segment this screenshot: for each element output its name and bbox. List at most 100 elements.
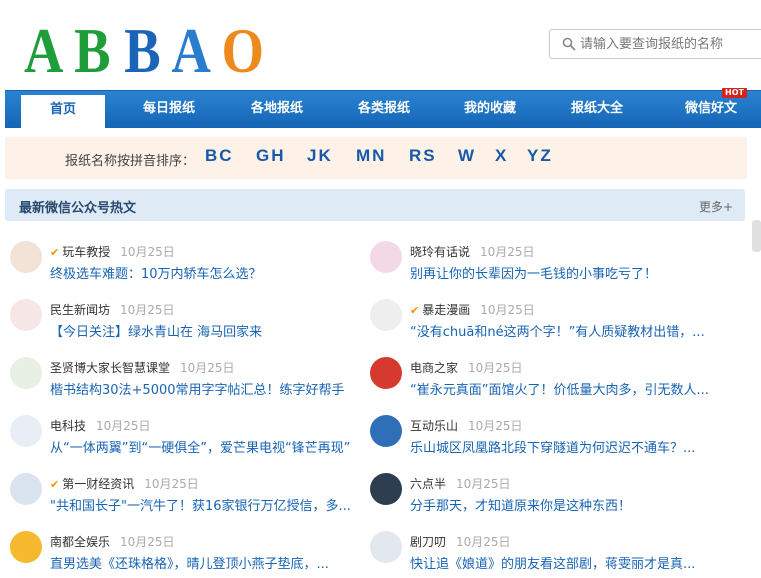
pinyin-letter-yz[interactable]: YZ [527, 146, 553, 166]
article-title[interactable]: 快让追《娘道》的朋友看这部剧，蒋雯丽才是真... [410, 553, 726, 572]
account-avatar[interactable] [10, 531, 42, 563]
article-date: 10月25日 [144, 477, 199, 491]
article-item[interactable]: 晓玲有话说 10月25日 别再让你的长辈因为一毛钱的小事吃亏了！ [370, 241, 730, 297]
article-meta: 六点半 10月25日 [410, 475, 511, 492]
account-name[interactable]: 电商之家 [410, 361, 458, 375]
article-item[interactable]: ✔ 第一财经资讯 10月25日 "共和国长子"一汽牛了！获16家银行万亿授信，多..… [10, 473, 370, 529]
article-title[interactable]: 乐山城区凤凰路北段下穿隧道为何迟迟不通车？... [410, 437, 726, 456]
account-name[interactable]: 电科技 [50, 419, 86, 433]
nav-wechat-label: 微信好文 [684, 101, 737, 116]
search-input[interactable] [580, 34, 758, 54]
article-title[interactable]: 终极选车难题：10万内轿车怎么选？ [50, 263, 368, 282]
account-name[interactable]: 玩车教授 [62, 245, 110, 259]
search-box[interactable] [549, 29, 761, 59]
article-date: 10月25日 [468, 361, 523, 375]
article-date: 10月25日 [120, 535, 175, 549]
account-name[interactable]: 晓玲有话说 [410, 245, 470, 259]
verified-check-icon: ✔ [410, 304, 420, 317]
nav-wechat-articles[interactable]: 微信好文 HOT [661, 88, 761, 129]
logo-letter: B [74, 15, 110, 82]
nav-regional-papers[interactable]: 各地报纸 [229, 91, 325, 129]
article-date: 10月25日 [468, 419, 523, 433]
pinyin-letter-jk[interactable]: JK [307, 146, 333, 166]
site-logo[interactable]: A B B A O [24, 10, 274, 82]
article-meta: 电科技 10月25日 [50, 417, 151, 434]
account-avatar[interactable] [10, 357, 42, 389]
article-title[interactable]: 楷书结构30法+5000常用字字帖汇总！练字好帮手 [50, 379, 368, 398]
article-item[interactable]: ✔ 暴走漫画 10月25日 “没有chuā和né这两个字！”有人质疑教材出错，... [370, 299, 730, 355]
article-meta: 南都全娱乐 10月25日 [50, 533, 175, 550]
pinyin-letter-w[interactable]: W [458, 146, 476, 166]
account-avatar[interactable] [370, 473, 402, 505]
article-date: 10月25日 [480, 303, 535, 317]
account-name[interactable]: 六点半 [410, 477, 446, 491]
search-icon [562, 37, 576, 51]
account-name[interactable]: 圣贤博大家长智慧课堂 [50, 361, 170, 375]
article-item[interactable]: ✔ 玩车教授 10月25日 终极选车难题：10万内轿车怎么选？ [10, 241, 370, 297]
account-name[interactable]: 互动乐山 [410, 419, 458, 433]
account-avatar[interactable] [370, 241, 402, 273]
account-avatar[interactable] [370, 531, 402, 563]
article-meta: 晓玲有话说 10月25日 [410, 243, 535, 260]
pinyin-sort-label: 报纸名称按拼音排序： [65, 154, 196, 169]
article-item[interactable]: 南都全娱乐 10月25日 直男选美《还珠格格》，晴儿登顶小燕子垫底，... [10, 531, 370, 578]
account-name[interactable]: 南都全娱乐 [50, 535, 110, 549]
pinyin-letter-bc[interactable]: BC [205, 146, 234, 166]
account-name[interactable]: 剧刀叨 [410, 535, 446, 549]
article-date: 10月25日 [120, 303, 175, 317]
pinyin-letter-x[interactable]: X [495, 146, 508, 166]
article-item[interactable]: 民生新闻坊 10月25日 【今日关注】绿水青山在 海马回家来 [10, 299, 370, 355]
article-item[interactable]: 六点半 10月25日 分手那天，才知道原来你是这种东西！ [370, 473, 730, 529]
article-item[interactable]: 电科技 10月25日 从“一体两翼”到“一硬俱全”，爱芒果电视“锋芒再现” [10, 415, 370, 471]
account-name[interactable]: 第一财经资讯 [62, 477, 134, 491]
nav-my-favorites[interactable]: 我的收藏 [442, 91, 538, 129]
article-date: 10月25日 [456, 535, 511, 549]
verified-check-icon: ✔ [50, 478, 60, 491]
nav-daily-papers[interactable]: 每日报纸 [121, 91, 217, 129]
article-title[interactable]: “没有chuā和né这两个字！”有人质疑教材出错，... [410, 321, 726, 340]
account-avatar[interactable] [370, 299, 402, 331]
account-name[interactable]: 民生新闻坊 [50, 303, 110, 317]
article-meta: 剧刀叨 10月25日 [410, 533, 511, 550]
account-avatar[interactable] [10, 299, 42, 331]
logo-letter: B [124, 15, 160, 82]
article-title[interactable]: 从“一体两翼”到“一硬俱全”，爱芒果电视“锋芒再现” [50, 437, 368, 456]
hot-badge: HOT [722, 88, 747, 98]
account-avatar[interactable] [370, 357, 402, 389]
article-item[interactable]: 电商之家 10月25日 “崔永元真面”面馆火了！价低量大肉多，引无数人... [370, 357, 730, 413]
more-link[interactable]: 更多+ [699, 198, 733, 215]
article-date: 10月25日 [480, 245, 535, 259]
pinyin-letter-rs[interactable]: RS [409, 146, 437, 166]
article-title[interactable]: “崔永元真面”面馆火了！价低量大肉多，引无数人... [410, 379, 726, 398]
account-avatar[interactable] [10, 415, 42, 447]
logo-letter: O [221, 15, 264, 82]
account-avatar[interactable] [10, 241, 42, 273]
article-item[interactable]: 圣贤博大家长智慧课堂 10月25日 楷书结构30法+5000常用字字帖汇总！练字好… [10, 357, 370, 413]
article-meta: 互动乐山 10月25日 [410, 417, 523, 434]
nav-newspaper-directory[interactable]: 报纸大全 [549, 91, 645, 129]
svg-text:A B B A: A B B A O [24, 15, 264, 82]
nav-category-papers[interactable]: 各类报纸 [336, 91, 432, 129]
article-title[interactable]: 直男选美《还珠格格》，晴儿登顶小燕子垫底，... [50, 553, 368, 572]
article-meta: 电商之家 10月25日 [410, 359, 523, 376]
account-avatar[interactable] [10, 473, 42, 505]
section-header: 最新微信公众号热文 更多+ [5, 189, 745, 221]
logo-letter: A [24, 15, 63, 82]
article-item[interactable]: 剧刀叨 10月25日 快让追《娘道》的朋友看这部剧，蒋雯丽才是真... [370, 531, 730, 578]
article-meta: 圣贤博大家长智慧课堂 10月25日 [50, 359, 235, 376]
pinyin-letter-mn[interactable]: MN [356, 146, 386, 166]
logo-letter: A [171, 15, 210, 82]
article-title[interactable]: 【今日关注】绿水青山在 海马回家来 [50, 321, 368, 340]
article-date: 10月25日 [120, 245, 175, 259]
account-name[interactable]: 暴走漫画 [422, 303, 470, 317]
article-title[interactable]: 别再让你的长辈因为一毛钱的小事吃亏了！ [410, 263, 726, 282]
pinyin-letter-gh[interactable]: GH [256, 146, 286, 166]
article-title[interactable]: "共和国长子"一汽牛了！获16家银行万亿授信，多... [50, 495, 368, 514]
main-nav: 首页 每日报纸 各地报纸 各类报纸 我的收藏 报纸大全 微信好文 HOT [5, 88, 761, 131]
article-item[interactable]: 互动乐山 10月25日 乐山城区凤凰路北段下穿隧道为何迟迟不通车？... [370, 415, 730, 471]
account-avatar[interactable] [370, 415, 402, 447]
pinyin-sort-bar: 报纸名称按拼音排序： BC GH JK MN RS W X YZ [5, 137, 747, 179]
scrollbar-thumb[interactable] [752, 220, 761, 252]
article-title[interactable]: 分手那天，才知道原来你是这种东西！ [410, 495, 726, 514]
nav-home[interactable]: 首页 [21, 95, 105, 131]
